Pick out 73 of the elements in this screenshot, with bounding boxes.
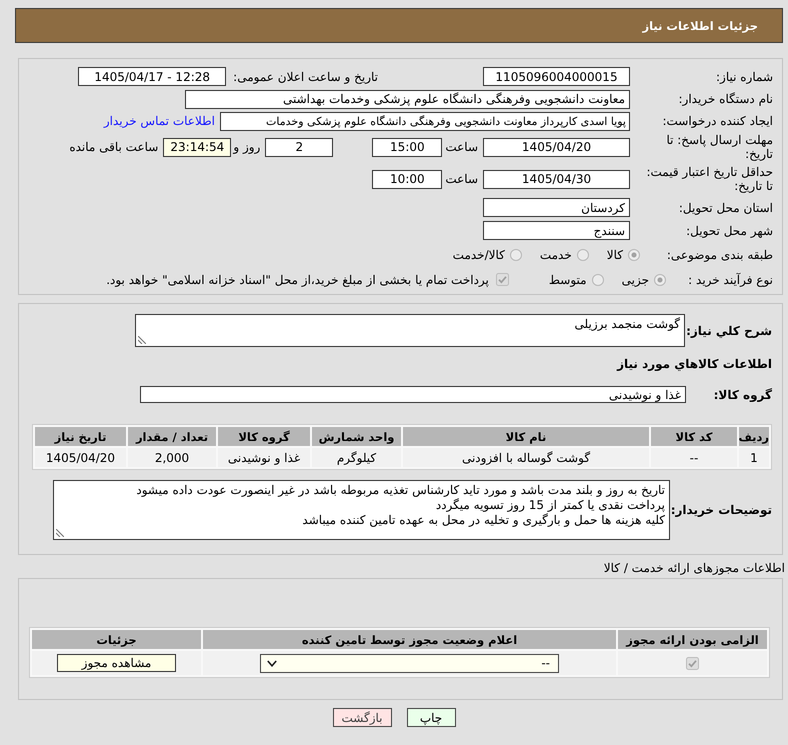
status-select[interactable]: -- [260, 654, 559, 672]
province-field[interactable]: کردستان [483, 198, 630, 217]
column-header: الزامی بودن ارائه مجوز [618, 630, 767, 649]
field-label: ساعت [445, 140, 478, 154]
section-title: اطلاعات مجوزهای ارائه خدمت / کالا [604, 561, 785, 575]
city-field[interactable]: سنندج [483, 221, 630, 240]
column-header: اعلام وضعیت مجوز توسط تامین کننده [203, 630, 616, 649]
validity-time-field[interactable]: 10:00 [372, 170, 442, 188]
radio-button[interactable] [510, 248, 522, 260]
field-label: توضیحات خریدار: [670, 503, 772, 517]
announcement-date-field[interactable]: 1405/04/17 - 12:28 [78, 67, 226, 86]
radio-label: خدمت [540, 248, 572, 262]
radio-button[interactable] [628, 248, 640, 260]
chevron-down-icon [267, 660, 277, 666]
radio-button[interactable] [576, 248, 589, 260]
radio-label: کالا/خدمت [452, 248, 505, 262]
back-button[interactable]: بازگشت [332, 708, 392, 727]
radio-label: متوسط [548, 272, 587, 286]
radio-button[interactable] [592, 274, 604, 286]
remaining-time-field[interactable]: 23:14:54 [163, 138, 232, 156]
table-cell: 1405/04/20 [35, 448, 126, 467]
field-label: ساعت [445, 172, 478, 186]
column-header: نام کالا [403, 427, 649, 446]
column-header: تاریخ نیاز [35, 427, 126, 446]
field-label: روز و [233, 140, 260, 154]
buyer-notes-field[interactable]: تاریخ به روز و بلند مدت باشد و مورد تاید کارشناس تغذیه مربوطه باشد در غیر اینصورت عودت داده میشود پرداخت نقدی یا کمتر از 15 روز تسویه میگردد کلیه هزینه ها حمل و بارگیری و تخلیه در محل به عهده تامین کننده میباشد [53, 480, 670, 540]
checkbox-label: پرداخت تمام یا بخشی از مبلغ خرید،از محل "اسناد خزانه اسلامی" خواهد بود. [106, 272, 489, 286]
table-cell: 1 [739, 448, 769, 467]
table-cell: غذا و نوشیدنی [218, 448, 310, 467]
deadline-time-field[interactable]: 15:00 [372, 138, 442, 156]
column-header: گروه کالا [218, 427, 310, 446]
column-header: ردیف [739, 427, 769, 446]
field-label: مهلت ارسال پاسخ: تا تاریخ: [665, 133, 773, 161]
view-permit-button[interactable]: مشاهده مجوز [57, 654, 176, 672]
buyer-org-field[interactable]: معاونت دانشجویی وفرهنگی دانشگاه علوم پزشکی وخدمات بهداشتی [185, 90, 630, 108]
field-label: طبقه بندی موضوعی: [666, 248, 773, 262]
resize-grip-icon[interactable] [138, 336, 146, 344]
field-label: استان محل تحویل: [678, 200, 773, 214]
column-header: جزئیات [32, 630, 201, 649]
days-field[interactable]: 2 [265, 138, 334, 156]
field-label: ایجاد کننده درخواست: [662, 114, 773, 128]
field-label: شهر محل تحویل: [686, 224, 773, 238]
field-label: شرح کلي نياز: [686, 324, 772, 338]
table-cell: -- [651, 448, 737, 467]
page-title: جزئیات اطلاعات نیاز [642, 18, 758, 32]
goods-group-field[interactable]: غذا و نوشیدنی [140, 386, 686, 403]
print-button[interactable]: چاپ [406, 708, 456, 727]
radio-label: جزیی [622, 272, 649, 286]
field-label: نام دستگاه خریدار: [678, 92, 773, 106]
checkbox[interactable] [496, 273, 509, 286]
column-header: واحد شمارش [312, 427, 401, 446]
checkbox[interactable] [686, 656, 699, 670]
resize-grip-icon[interactable] [56, 529, 64, 537]
radio-label: کالا [606, 248, 623, 262]
field-label: تاریخ و ساعت اعلان عمومی: [233, 70, 378, 84]
requester-field[interactable]: پویا اسدی کارپرداز معاونت دانشجویی وفرهنگی دانشگاه علوم پزشکی وخدمات [220, 112, 630, 130]
table-cell: 2,000 [128, 448, 216, 467]
field-label: ساعت باقی مانده [69, 140, 158, 154]
table-cell: گوشت گوساله با افزودنی [403, 448, 649, 467]
table-cell: کیلوگرم [312, 448, 401, 467]
description-field[interactable]: گوشت منجمد برزیلی [135, 314, 685, 347]
radio-button[interactable] [654, 274, 666, 286]
column-header: کد کالا [651, 427, 737, 446]
section-title: اطلاعات کالاهاي مورد نياز [617, 357, 772, 371]
field-label: حداقل تاریخ اعتبار قیمت: تا تاریخ: [645, 165, 773, 193]
field-label: نوع فرآیند خرید : [688, 272, 773, 286]
contact-link[interactable]: اطلاعات تماس خریدار [104, 114, 215, 128]
deadline-date-field[interactable]: 1405/04/20 [483, 138, 630, 156]
need-number-field[interactable]: 1105096004000015 [483, 67, 630, 86]
field-label: شماره نیاز: [716, 70, 773, 84]
validity-date-field[interactable]: 1405/04/30 [483, 170, 630, 188]
field-label: گروه کالا: [714, 388, 772, 402]
column-header: تعداد / مقدار [128, 427, 216, 446]
